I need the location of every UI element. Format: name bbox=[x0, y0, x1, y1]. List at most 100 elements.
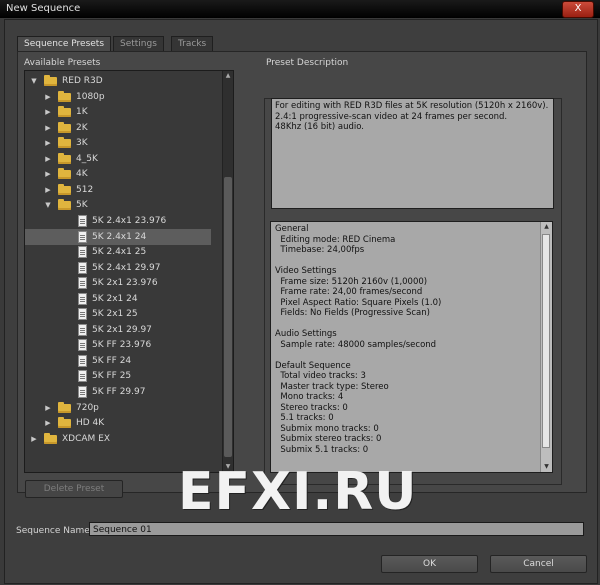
tree-label: HD 4K bbox=[76, 418, 105, 429]
expand-right-icon[interactable]: ▶ bbox=[43, 415, 53, 431]
preset-item[interactable]: 5K 2.4x1 25 bbox=[25, 244, 211, 260]
expand-right-icon[interactable]: ▶ bbox=[43, 151, 53, 167]
window-title: New Sequence bbox=[6, 3, 81, 14]
preset-folder[interactable]: ▶ 4_5K bbox=[25, 151, 211, 167]
summary-line: Timebase: 24,00fps bbox=[275, 245, 365, 255]
preset-file-icon bbox=[78, 308, 87, 321]
preset-folder[interactable]: ▶ 4K bbox=[25, 166, 211, 182]
summary-line: Pixel Aspect Ratio: Square Pixels (1.0) bbox=[275, 297, 442, 308]
preset-folder[interactable]: ▶ 1K bbox=[25, 104, 211, 120]
preset-folder[interactable]: ▶ HD 4K bbox=[25, 415, 211, 431]
summary-line bbox=[275, 319, 537, 330]
summary-scrollbar[interactable]: ▲ ▼ bbox=[540, 222, 552, 472]
tree-label: 512 bbox=[76, 184, 94, 195]
ok-button[interactable]: OK bbox=[381, 555, 478, 573]
preset-file-icon bbox=[78, 323, 87, 336]
expand-right-icon[interactable]: ▶ bbox=[43, 135, 53, 151]
preset-file-icon bbox=[78, 386, 87, 398]
summary-line: Editing mode: RED Cinema bbox=[275, 234, 396, 245]
preset-folder[interactable]: ▼ 5K bbox=[25, 197, 211, 213]
summary-line: Audio Settings bbox=[275, 329, 337, 339]
folder-icon bbox=[58, 199, 71, 211]
expand-right-icon[interactable]: ▶ bbox=[43, 166, 53, 182]
scroll-thumb[interactable] bbox=[224, 177, 232, 457]
preset-summary: General Editing mode: RED Cinema Timebas… bbox=[270, 221, 553, 473]
preset-item[interactable]: 5K 2.4x1 24 bbox=[25, 228, 211, 245]
preset-folder[interactable]: ▼ RED R3D bbox=[25, 73, 211, 89]
summary-line: Total video tracks: 3 bbox=[275, 371, 366, 381]
tree-label: 5K 2.4x1 24 bbox=[92, 231, 147, 242]
tree-label: 5K 2x1 25 bbox=[92, 309, 138, 320]
expand-down-icon[interactable]: ▼ bbox=[43, 197, 53, 213]
preset-folder[interactable]: ▶ 3K bbox=[25, 135, 211, 151]
preset-file-icon bbox=[78, 277, 87, 290]
sequence-name-input[interactable]: Sequence 01 bbox=[89, 522, 584, 536]
preset-item[interactable]: 5K 2x1 23.976 bbox=[25, 275, 211, 291]
preset-item[interactable]: 5K FF 29.97 bbox=[25, 384, 211, 400]
title-bar: New Sequence X bbox=[0, 0, 600, 18]
cancel-button[interactable]: Cancel bbox=[490, 555, 587, 573]
preset-folder[interactable]: ▶ 720p bbox=[25, 400, 211, 416]
presets-tree[interactable]: ▲ ▼ ▼ RED R3D ▶ 1080p ▶ 1K ▶ 2K ▶ 3K ▶ 4_5K ▶ 4K ▶ 512 ▼… bbox=[24, 70, 234, 473]
expand-down-icon[interactable]: ▼ bbox=[29, 73, 39, 89]
close-button[interactable]: X bbox=[562, 1, 594, 18]
preset-description-text: For editing with RED R3D files at 5K res… bbox=[271, 98, 554, 209]
preset-item[interactable]: 5K FF 23.976 bbox=[25, 337, 211, 353]
preset-file-icon bbox=[78, 354, 87, 367]
preset-item[interactable]: 5K FF 24 bbox=[25, 353, 211, 369]
expand-right-icon[interactable]: ▶ bbox=[43, 400, 53, 416]
expand-right-icon[interactable]: ▶ bbox=[43, 89, 53, 105]
tree-label: 5K FF 29.97 bbox=[92, 387, 146, 397]
folder-icon bbox=[58, 168, 71, 180]
preset-file-icon bbox=[78, 292, 87, 305]
tree-label: 5K FF 25 bbox=[92, 371, 132, 382]
preset-item[interactable]: 5K 2x1 25 bbox=[25, 306, 211, 322]
preset-item[interactable]: 5K 2.4x1 23.976 bbox=[25, 213, 211, 229]
tree-label: 1K bbox=[76, 107, 88, 118]
tree-label: 720p bbox=[76, 402, 99, 413]
tree-label: 4_5K bbox=[76, 153, 98, 164]
preset-folder[interactable]: ▶ 1080p bbox=[25, 89, 211, 105]
preset-folder[interactable]: ▶ XDCAM EX bbox=[25, 431, 211, 447]
tree-label: 5K FF 24 bbox=[92, 355, 132, 366]
summary-line: Sample rate: 48000 samples/second bbox=[275, 339, 437, 350]
tree-label: 5K 2.4x1 23.976 bbox=[92, 215, 167, 226]
folder-icon bbox=[58, 90, 71, 102]
preset-item[interactable]: 5K FF 25 bbox=[25, 368, 211, 384]
tree-scrollbar[interactable]: ▲ ▼ bbox=[222, 71, 233, 472]
scroll-up-arrow-icon[interactable]: ▲ bbox=[223, 71, 233, 81]
expand-right-icon[interactable]: ▶ bbox=[29, 431, 39, 447]
tree-label: RED R3D bbox=[62, 76, 103, 86]
summary-line: Default Sequence bbox=[275, 360, 351, 371]
expand-right-icon[interactable]: ▶ bbox=[43, 120, 53, 136]
expand-right-icon[interactable]: ▶ bbox=[43, 182, 53, 198]
delete-preset-button[interactable]: Delete Preset bbox=[25, 480, 123, 498]
preset-item[interactable]: 5K 2.4x1 29.97 bbox=[25, 260, 211, 276]
summary-scroll-thumb[interactable] bbox=[542, 234, 550, 448]
summary-line: Frame rate: 24,00 frames/second bbox=[275, 287, 423, 297]
folder-icon bbox=[58, 183, 71, 195]
preset-file-icon bbox=[78, 214, 87, 227]
preset-file-icon bbox=[78, 339, 87, 352]
tree-label: 5K 2x1 24 bbox=[92, 293, 138, 304]
summary-line: Master track type: Stereo bbox=[275, 381, 389, 392]
summary-line bbox=[275, 350, 537, 361]
folder-icon bbox=[58, 106, 71, 118]
tab-settings[interactable]: Settings bbox=[113, 36, 164, 52]
summary-scroll-down-icon[interactable]: ▼ bbox=[541, 462, 552, 472]
expand-right-icon[interactable]: ▶ bbox=[43, 104, 53, 120]
preset-item[interactable]: 5K 2x1 24 bbox=[25, 291, 211, 307]
preset-file-icon bbox=[78, 370, 87, 383]
tree-label: XDCAM EX bbox=[62, 433, 111, 444]
preset-folder[interactable]: ▶ 2K bbox=[25, 120, 211, 136]
preset-file-icon bbox=[78, 230, 87, 243]
preset-item[interactable]: 5K 2x1 29.97 bbox=[25, 322, 211, 338]
summary-scroll-up-icon[interactable]: ▲ bbox=[541, 222, 552, 232]
summary-line: Fields: No Fields (Progressive Scan) bbox=[275, 308, 430, 318]
summary-line bbox=[275, 256, 537, 267]
folder-icon bbox=[58, 401, 71, 413]
tab-tracks[interactable]: Tracks bbox=[171, 36, 214, 52]
preset-folder[interactable]: ▶ 512 bbox=[25, 182, 211, 198]
tree-label: 5K bbox=[76, 200, 88, 211]
preset-file-icon bbox=[78, 246, 87, 259]
